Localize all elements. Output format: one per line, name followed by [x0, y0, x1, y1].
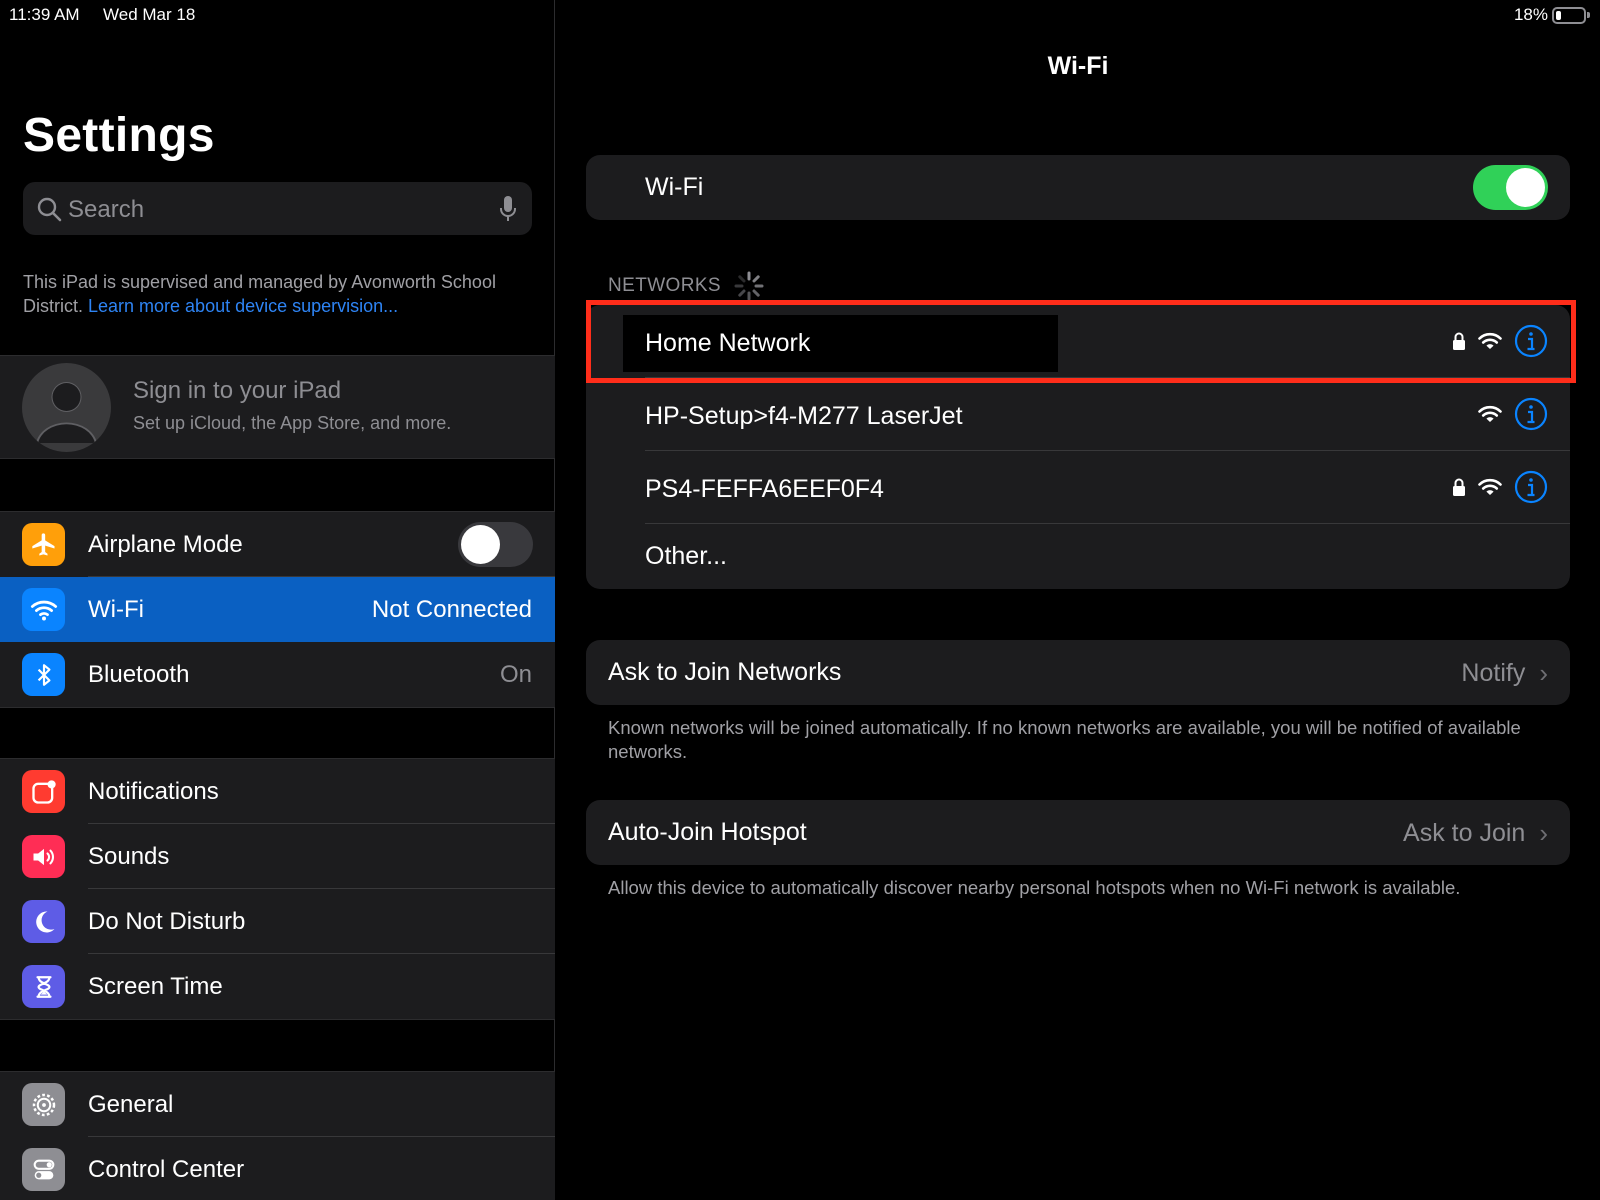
chevron-right-icon: ›	[1539, 658, 1548, 688]
general-group: General Control Center	[0, 1071, 555, 1200]
avatar	[22, 363, 111, 452]
search-placeholder: Search	[68, 196, 145, 223]
sidebar-item-label: Control Center	[88, 1155, 245, 1183]
notifications-icon	[22, 770, 65, 813]
info-icon[interactable]	[1514, 470, 1548, 504]
sidebar-item-notifications[interactable]: Notifications	[0, 759, 555, 824]
networks-header: NETWORKS	[608, 270, 765, 302]
wifi-detail-pane: Wi-Fi Wi-Fi NETWORKS Home Network	[556, 0, 1600, 1200]
status-bar: 11:39 AM Wed Mar 18 18%	[0, 0, 1600, 30]
networks-header-label: NETWORKS	[608, 275, 721, 296]
sidebar-item-do-not-disturb[interactable]: Do Not Disturb	[0, 889, 555, 954]
gear-icon	[22, 1083, 65, 1126]
supervision-note: This iPad is supervised and managed by A…	[23, 270, 538, 318]
sign-in-title: Sign in to your iPad	[133, 377, 342, 404]
bluetooth-status-value: On	[499, 660, 532, 688]
sidebar-item-bluetooth[interactable]: Bluetooth On	[0, 642, 555, 707]
sidebar-item-airplane-mode[interactable]: Airplane Mode	[0, 512, 555, 577]
auto-join-hotspot-value: Ask to Join	[1403, 819, 1526, 847]
network-row[interactable]: PS4-FEFFA6EEF0F4	[586, 451, 1570, 524]
wifi-toggle-label: Wi-Fi	[645, 173, 704, 201]
battery-indicator: 18%	[1514, 5, 1590, 25]
auto-join-hotspot-label: Auto-Join Hotspot	[608, 818, 807, 846]
wifi-signal-icon	[1478, 478, 1502, 495]
wifi-icon	[22, 588, 65, 631]
connectivity-group: Airplane Mode Wi-Fi Not Connected Blueto…	[0, 511, 555, 708]
sidebar-item-control-center[interactable]: Control Center	[0, 1137, 555, 1200]
sidebar-item-label: Notifications	[88, 777, 219, 805]
status-date: Wed Mar 18	[103, 5, 196, 24]
sidebar-item-general[interactable]: General	[0, 1072, 555, 1137]
ask-to-join-row[interactable]: Ask to Join Networks Notify ›	[586, 640, 1570, 705]
other-network-row[interactable]: Other...	[586, 524, 1570, 589]
sidebar-item-label: Wi-Fi	[88, 595, 144, 623]
airplane-icon	[22, 523, 65, 566]
sign-in-cell[interactable]: Sign in to your iPad Set up iCloud, the …	[0, 355, 555, 459]
sidebar-item-screen-time[interactable]: Screen Time	[0, 954, 555, 1019]
search-input[interactable]: Search	[23, 182, 532, 235]
lock-icon	[1453, 478, 1465, 496]
other-network-label: Other...	[645, 542, 727, 570]
sidebar-item-label: Bluetooth	[88, 660, 190, 688]
search-icon	[37, 197, 62, 222]
notifications-group: Notifications Sounds Do Not Disturb Scre…	[0, 758, 555, 1020]
wifi-signal-icon	[1478, 405, 1502, 422]
supervision-link[interactable]: Learn more about device supervision...	[88, 296, 398, 316]
sidebar-item-sounds[interactable]: Sounds	[0, 824, 555, 889]
detail-title: Wi-Fi	[1047, 52, 1109, 80]
microphone-icon[interactable]	[498, 194, 518, 224]
bluetooth-icon	[22, 653, 65, 696]
ask-to-join-value: Notify	[1461, 659, 1526, 687]
wifi-toggle[interactable]	[1473, 165, 1548, 210]
ask-to-join-label: Ask to Join Networks	[608, 658, 842, 686]
network-row[interactable]: HP-Setup>f4-M277 LaserJet	[586, 378, 1570, 451]
toggles-icon	[22, 1148, 65, 1191]
page-title: Settings	[23, 109, 215, 162]
network-name: HP-Setup>f4-M277 LaserJet	[645, 402, 963, 430]
sidebar-item-label: Do Not Disturb	[88, 907, 246, 935]
sidebar-item-label: Airplane Mode	[88, 530, 243, 558]
sidebar-item-wifi[interactable]: Wi-Fi Not Connected	[0, 577, 555, 642]
spinner-icon	[734, 271, 764, 301]
sounds-icon	[22, 835, 65, 878]
battery-icon	[1552, 6, 1586, 24]
airplane-mode-toggle[interactable]	[458, 522, 533, 567]
battery-percent: 18%	[1513, 5, 1548, 24]
chevron-right-icon: ›	[1539, 818, 1548, 848]
wifi-status-value: Not Connected	[371, 595, 532, 623]
network-name: PS4-FEFFA6EEF0F4	[645, 475, 884, 503]
moon-icon	[22, 900, 65, 943]
sign-in-subtitle: Set up iCloud, the App Store, and more.	[133, 413, 452, 433]
highlighted-network-name: Home Network	[645, 329, 811, 357]
sidebar-item-label: Sounds	[88, 842, 170, 870]
wifi-toggle-card: Wi-Fi	[586, 155, 1570, 220]
hourglass-icon	[22, 965, 65, 1008]
ask-to-join-footnote: Known networks will be joined automatica…	[608, 717, 1521, 762]
sidebar-item-label: General	[88, 1090, 174, 1118]
status-time: 11:39 AM	[9, 5, 80, 24]
auto-join-hotspot-footnote: Allow this device to automatically disco…	[608, 877, 1461, 898]
settings-sidebar: Settings Search This iPad is supervised …	[0, 0, 555, 1200]
info-icon[interactable]	[1514, 397, 1548, 431]
sidebar-item-label: Screen Time	[88, 972, 223, 1000]
wifi-toggle-row: Wi-Fi	[586, 155, 1570, 220]
auto-join-hotspot-row[interactable]: Auto-Join Hotspot Ask to Join ›	[586, 800, 1570, 865]
